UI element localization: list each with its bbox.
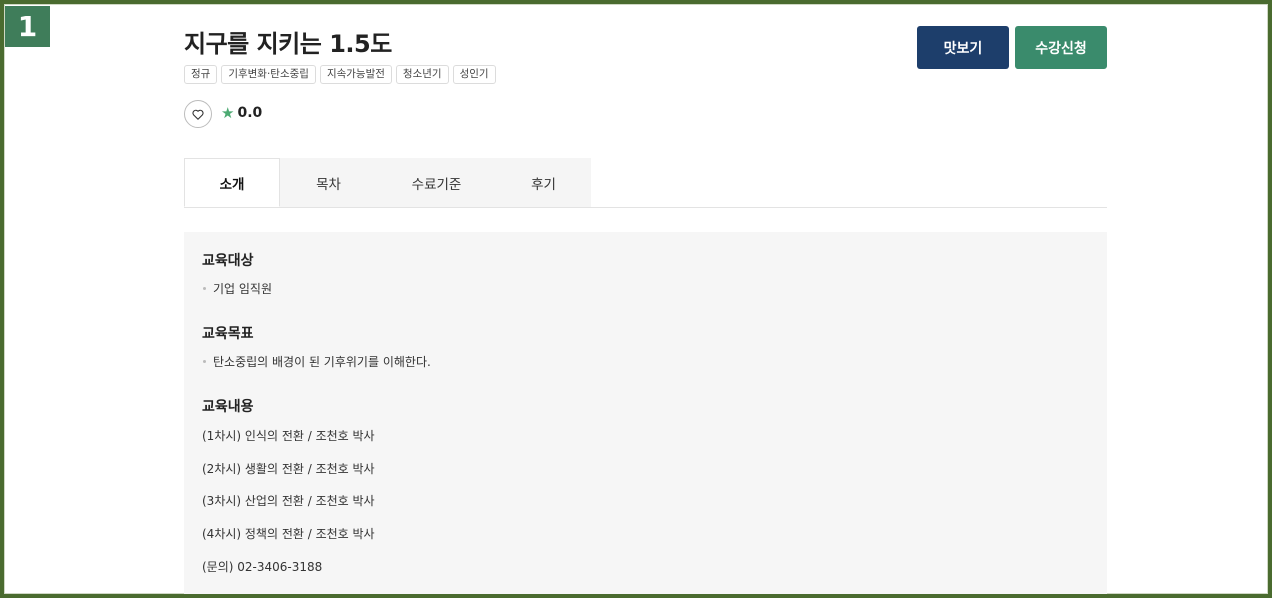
course-title: 지구를 지키는 1.5도 <box>184 30 392 58</box>
list-item: 기업 임직원 <box>202 280 272 297</box>
preview-button[interactable]: 맛보기 <box>917 26 1009 69</box>
section-title-target: 교육대상 <box>202 253 254 269</box>
contact-line: (문의) 02-3406-3188 <box>202 560 323 574</box>
star-icon: ★ <box>221 104 235 122</box>
tag-chip: 기후변화·탄소중립 <box>221 65 316 84</box>
tab-reviews[interactable]: 후기 <box>496 158 591 207</box>
like-button[interactable] <box>184 100 212 128</box>
bullet-icon <box>203 360 206 363</box>
tab-completion-criteria[interactable]: 수료기준 <box>377 158 496 207</box>
content-line: (2차시) 생활의 전환 / 조천호 박사 <box>202 462 375 476</box>
list-item-text: 기업 임직원 <box>213 282 273 296</box>
content-line: (1차시) 인식의 전환 / 조천호 박사 <box>202 429 375 443</box>
list-item-text: 탄소중립의 배경이 된 기후위기를 이해한다. <box>213 355 431 369</box>
step-number-badge: 1 <box>5 6 50 47</box>
tab-curriculum[interactable]: 목차 <box>280 158 377 207</box>
heart-icon <box>192 109 204 120</box>
tag-chip: 지속가능발전 <box>319 65 392 84</box>
section-title-goal: 교육목표 <box>202 326 254 342</box>
bullet-icon <box>203 287 206 290</box>
enroll-button[interactable]: 수강신청 <box>1015 26 1107 69</box>
course-tabs: 소개 목차 수료기준 후기 <box>184 158 1107 208</box>
section-title-content: 교육내용 <box>202 399 254 415</box>
tag-chip: 정규 <box>184 65 218 84</box>
rating-value: 0.0 <box>237 105 263 121</box>
content-line: (3차시) 산업의 전환 / 조천호 박사 <box>202 494 375 508</box>
course-tags: 정규 기후변화·탄소중립 지속가능발전 청소년기 성인기 <box>184 65 496 84</box>
course-rating: ★ 0.0 <box>221 104 262 122</box>
tab-intro[interactable]: 소개 <box>184 158 280 207</box>
content-line: (4차시) 정책의 전환 / 조천호 박사 <box>202 527 375 541</box>
intro-panel: 교육대상 기업 임직원 교육목표 탄소중립의 배경이 된 기후위기를 이해한다.… <box>184 232 1107 594</box>
list-item: 탄소중립의 배경이 된 기후위기를 이해한다. <box>202 353 431 370</box>
tag-chip: 청소년기 <box>395 65 449 84</box>
tag-chip: 성인기 <box>452 65 496 84</box>
